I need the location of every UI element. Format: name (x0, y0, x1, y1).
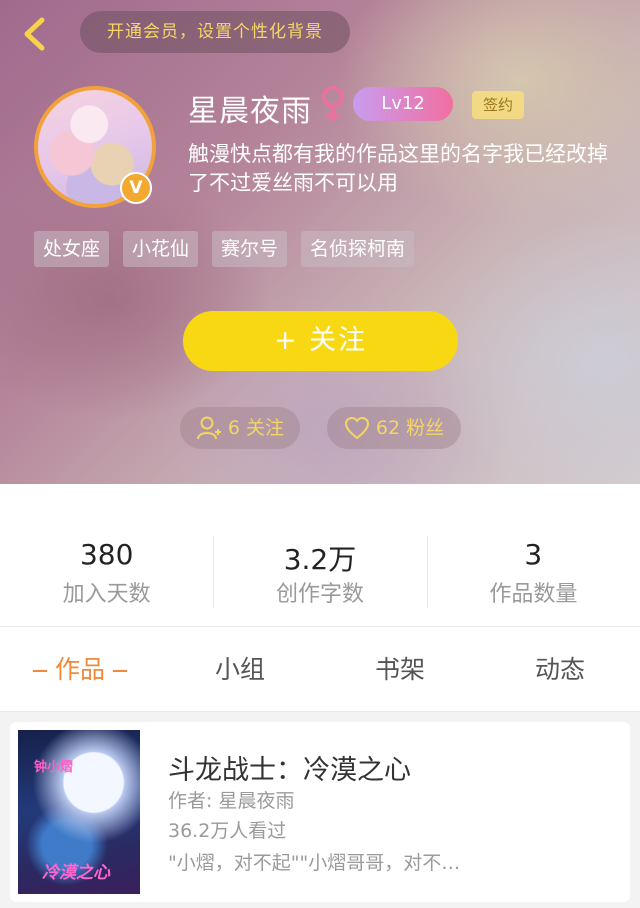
vip-background-promo[interactable]: 开通会员，设置个性化背景 (80, 11, 350, 53)
verified-badge: V (120, 172, 152, 204)
stat-works-count: 3 作品数量 (426, 484, 640, 626)
work-title: 斗龙战士：冷漠之心 (168, 755, 411, 786)
interest-tag[interactable]: 名侦探柯南 (301, 231, 415, 267)
interest-tags: 处女座 小花仙 赛尔号 名侦探柯南 (34, 231, 415, 267)
tab-works[interactable]: 作品 (0, 627, 160, 711)
following-button[interactable]: 6 关注 (180, 407, 300, 449)
fans-button[interactable]: 62 粉丝 (327, 407, 461, 449)
tab-label: 动态 (534, 655, 585, 684)
female-symbol-icon (322, 86, 344, 122)
chevron-left-icon (24, 17, 45, 51)
user-bio: 触漫快点都有我的作品这里的名字我已经改掉了不过爱丝雨不可以用 (188, 142, 608, 195)
work-view-count: 36.2万人看过 (168, 820, 287, 842)
work-cover-image[interactable]: 钟小熠 冷漠之心 (18, 730, 140, 894)
interest-tag[interactable]: 处女座 (34, 231, 110, 267)
stat-join-days: 380 加入天数 (0, 484, 213, 626)
heart-icon (344, 416, 369, 440)
interest-tag[interactable]: 小花仙 (123, 231, 199, 267)
level-badge: Lv12 (353, 87, 453, 121)
profile-tabs: 作品 小组 书架 动态 (0, 626, 640, 712)
stat-value: 380 (79, 538, 134, 571)
back-button[interactable] (18, 14, 58, 54)
interest-tag[interactable]: 赛尔号 (212, 231, 288, 267)
tab-activity[interactable]: 动态 (480, 627, 640, 711)
follow-button[interactable]: + 关注 (183, 311, 458, 371)
username: 星晨夜雨 (188, 94, 312, 129)
active-tab-indicator (32, 670, 47, 672)
user-stats: 380 加入天数 3.2万 创作字数 3 作品数量 (0, 484, 640, 626)
stat-word-count: 3.2万 创作字数 (213, 484, 426, 626)
tab-label: 书架 (374, 655, 425, 684)
signed-badge: 签约 (472, 91, 524, 119)
work-excerpt: "小熠，对不起""小熠哥哥，对不… (168, 852, 461, 874)
tab-groups[interactable]: 小组 (160, 627, 320, 711)
work-card[interactable]: 钟小熠 冷漠之心 斗龙战士：冷漠之心 作者: 星晨夜雨 36.2万人看过 "小熠… (10, 722, 630, 902)
active-tab-indicator (113, 670, 127, 672)
add-user-icon (196, 416, 221, 440)
stat-label: 加入天数 (62, 582, 151, 607)
tab-label: 小组 (214, 655, 265, 684)
work-author: 作者: 星晨夜雨 (168, 790, 295, 812)
stat-label: 创作字数 (275, 582, 364, 607)
cover-title-top: 钟小熠 (34, 760, 74, 775)
fans-count: 62 粉丝 (375, 417, 445, 439)
tab-bookshelf[interactable]: 书架 (320, 627, 480, 711)
stat-value: 3.2万 (283, 543, 357, 576)
following-count: 6 关注 (227, 417, 285, 439)
stat-label: 作品数量 (489, 582, 578, 607)
profile-header: 开通会员，设置个性化背景 V 星晨夜雨 Lv12 签约 触漫快点都有我的作品这里… (0, 0, 640, 484)
stat-value: 3 (524, 538, 543, 571)
cover-title-bottom: 冷漠之心 (42, 863, 110, 883)
tab-label: 作品 (54, 655, 105, 684)
